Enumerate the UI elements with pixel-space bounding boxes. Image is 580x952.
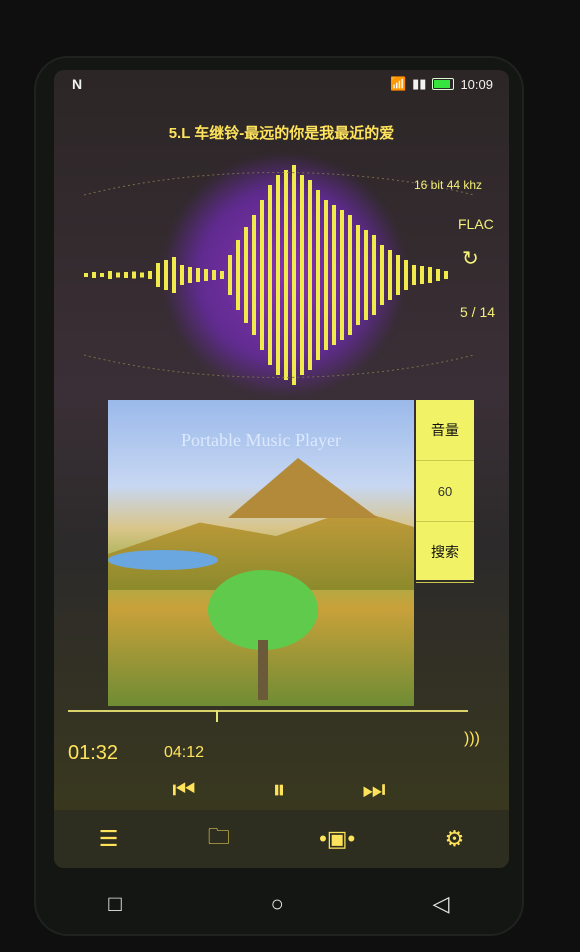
wave-bar <box>148 271 152 279</box>
album-art[interactable]: Portable Music Player <box>108 400 414 706</box>
wave-bar <box>156 263 160 287</box>
wave-bar <box>292 165 296 385</box>
progress-knob[interactable] <box>216 710 218 722</box>
format: FLAC <box>458 216 494 232</box>
home-icon[interactable]: ○ <box>271 891 284 917</box>
menu-icon[interactable]: ☰ <box>99 826 119 852</box>
wave-bar <box>356 225 360 325</box>
system-nav: □ ○ ◁ <box>34 874 524 934</box>
wifi-icon: 📶 <box>389 76 407 91</box>
wave-bar <box>444 271 448 279</box>
album-title: Portable Music Player <box>181 430 341 450</box>
wave-bar <box>300 175 304 375</box>
wave-bar <box>92 272 96 278</box>
signal-icon: ▮▮ <box>412 76 427 91</box>
wave-bar <box>284 170 288 380</box>
video-icon[interactable]: •▣• <box>319 826 355 852</box>
bit-rate: 16 bit 44 khz <box>414 178 483 192</box>
phone-frame: N 📶 ▮▮ 10:09 5.L 车继铃-最远的你是我最近的爱 16 bit 4… <box>34 56 524 936</box>
wave-bar <box>212 270 216 280</box>
wave-bar <box>436 269 440 281</box>
wave-bar <box>276 175 280 375</box>
wave-bar <box>428 267 432 283</box>
next-icon[interactable]: ⏭ <box>354 770 394 810</box>
pause-icon[interactable]: ⏸ <box>259 770 299 810</box>
wave-bar <box>124 272 128 278</box>
current-time: 01:32 <box>68 742 119 764</box>
wave-bar <box>132 271 136 279</box>
wave-bar <box>372 235 376 315</box>
folder-icon[interactable]: 🗀 <box>208 820 230 858</box>
wave-bar <box>100 273 104 277</box>
wave-bar <box>236 240 240 310</box>
prev-icon[interactable]: ⏮ <box>164 770 204 810</box>
wave-bar <box>308 180 312 370</box>
search-button[interactable]: 搜索 <box>416 522 474 583</box>
recent-apps-icon[interactable]: □ <box>108 891 121 917</box>
wave-bar <box>228 255 232 295</box>
wave-bar <box>204 269 208 281</box>
wave-bar <box>420 266 424 284</box>
wave-bar <box>164 260 168 290</box>
song-title: 5.L 车继铃-最远的你是我最近的爱 <box>168 125 395 142</box>
wave-bar <box>404 260 408 290</box>
wave-bar <box>348 215 352 335</box>
wave-bar <box>172 257 176 293</box>
wave-bar <box>316 190 320 360</box>
wave-bar <box>244 227 248 323</box>
notification-logo: N <box>72 76 83 92</box>
back-icon[interactable]: ◁ <box>433 891 450 917</box>
sound-icon[interactable]: ))) <box>464 730 480 748</box>
status-bar: N 📶 ▮▮ 10:09 <box>54 70 509 100</box>
bottom-bar: ☰ 🗀 •▣• ⚙ <box>54 810 509 868</box>
wave-bar <box>220 271 224 279</box>
wave-bar <box>396 255 400 295</box>
wave-bar <box>364 230 368 320</box>
status-right: 📶 ▮▮ 10:09 <box>390 76 493 92</box>
total-time: 04:12 <box>164 744 205 761</box>
wave-bar <box>380 245 384 305</box>
clock: 10:09 <box>460 76 493 92</box>
wave-bar <box>332 205 336 345</box>
volume-button[interactable]: 音量 <box>416 400 474 461</box>
wave-bar <box>188 267 192 283</box>
side-panel: 音量 60 搜索 <box>416 400 474 583</box>
playback-controls: ⏮ ⏸ ⏭ <box>164 770 394 810</box>
volume-value: 60 <box>416 461 474 522</box>
settings-icon[interactable]: ⚙ <box>445 826 465 852</box>
wave-bar <box>108 271 112 279</box>
wave-bar <box>116 272 120 278</box>
wave-bar <box>140 272 144 278</box>
wave-bar <box>260 200 264 350</box>
progress-bar[interactable] <box>68 710 468 712</box>
wave-bar <box>84 273 88 277</box>
wave-bar <box>252 215 256 335</box>
wave-bar <box>196 268 200 282</box>
wave-bar <box>268 185 272 365</box>
repeat-icon[interactable]: ↻ <box>462 246 479 271</box>
wave-bar <box>340 210 344 340</box>
screen: N 📶 ▮▮ 10:09 5.L 车继铃-最远的你是我最近的爱 16 bit 4… <box>54 70 509 868</box>
wave-bar <box>324 200 328 350</box>
wave-bar <box>412 265 416 285</box>
battery-icon <box>432 78 455 90</box>
track-position: 5 / 14 <box>460 304 496 320</box>
wave-bar <box>180 265 184 285</box>
wave-bar <box>388 250 392 300</box>
